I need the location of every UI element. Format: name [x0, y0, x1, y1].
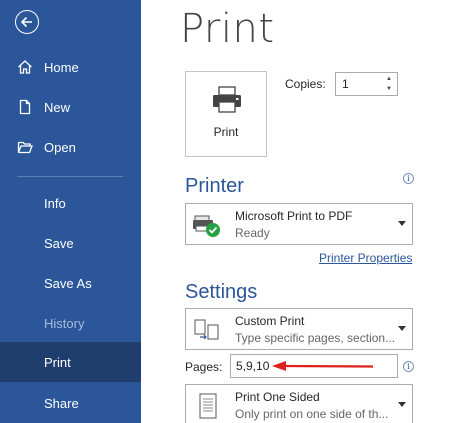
nav-print-label: Print — [44, 354, 71, 370]
nav-save-label: Save — [44, 235, 74, 251]
print-range-description: Type specific pages, section... — [235, 331, 396, 345]
nav-history-label: History — [44, 315, 85, 331]
printer-section-title: Printer — [185, 175, 244, 197]
printer-icon — [213, 86, 241, 113]
nav-info-label: Info — [44, 195, 66, 211]
printer-properties-link[interactable]: Printer Properties — [319, 251, 412, 265]
nav-print[interactable]: Print — [0, 342, 141, 382]
custom-print-icon — [194, 319, 219, 340]
sidebar-divider — [17, 176, 123, 177]
pages-value: 5,9,10 — [236, 359, 270, 373]
annotation-arrow-icon — [272, 361, 374, 371]
print-sides-value: Print One Sided — [235, 390, 320, 404]
nav-info[interactable]: Info — [0, 183, 141, 223]
chevron-down-icon — [398, 221, 406, 226]
open-folder-icon — [17, 141, 33, 154]
copies-increment-button[interactable]: ▲ — [384, 74, 394, 84]
copies-value: 1 — [342, 77, 349, 91]
printer-status: Ready — [235, 226, 270, 240]
nav-share[interactable]: Share — [0, 383, 141, 423]
copies-input[interactable]: 1 ▲ ▼ — [335, 72, 398, 96]
nav-save[interactable]: Save — [0, 223, 141, 263]
printer-name: Microsoft Print to PDF — [235, 209, 353, 223]
pages-label: Pages: — [185, 360, 223, 374]
copies-decrement-button[interactable]: ▼ — [384, 84, 394, 94]
settings-section-title: Settings — [185, 281, 258, 303]
print-range-dropdown[interactable]: Custom Print Type specific pages, sectio… — [185, 308, 413, 350]
backstage-sidebar: Home New Open Info Save Save As History … — [0, 0, 141, 423]
print-range-value: Custom Print — [235, 314, 305, 328]
printer-dropdown[interactable]: Microsoft Print to PDF Ready — [185, 203, 413, 245]
back-arrow-icon — [20, 16, 32, 28]
new-document-icon — [19, 99, 31, 115]
pages-info-icon[interactable]: i — [403, 361, 414, 372]
print-button[interactable]: Print — [185, 71, 267, 157]
copies-label: Copies: — [285, 77, 326, 91]
nav-save-as-label: Save As — [44, 275, 92, 291]
nav-save-as[interactable]: Save As — [0, 263, 141, 303]
page-title: Print — [180, 6, 275, 52]
nav-new[interactable]: New — [0, 87, 141, 127]
nav-open-label: Open — [44, 139, 76, 155]
chevron-down-icon — [398, 402, 406, 407]
back-button[interactable] — [15, 10, 39, 34]
nav-new-label: New — [44, 99, 71, 115]
print-sides-description: Only print on one side of th... — [235, 407, 389, 421]
print-sides-dropdown[interactable]: Print One Sided Only print on one side o… — [185, 384, 413, 423]
nav-share-label: Share — [44, 395, 79, 411]
one-sided-page-icon — [199, 393, 217, 419]
nav-open[interactable]: Open — [0, 127, 141, 167]
print-button-label: Print — [213, 125, 239, 139]
nav-home[interactable]: Home — [0, 47, 141, 87]
nav-history: History — [0, 303, 141, 343]
chevron-down-icon — [398, 326, 406, 331]
printer-ready-icon — [193, 215, 220, 237]
home-icon — [18, 60, 32, 74]
nav-home-label: Home — [44, 59, 79, 75]
printer-info-icon[interactable]: i — [403, 173, 414, 184]
